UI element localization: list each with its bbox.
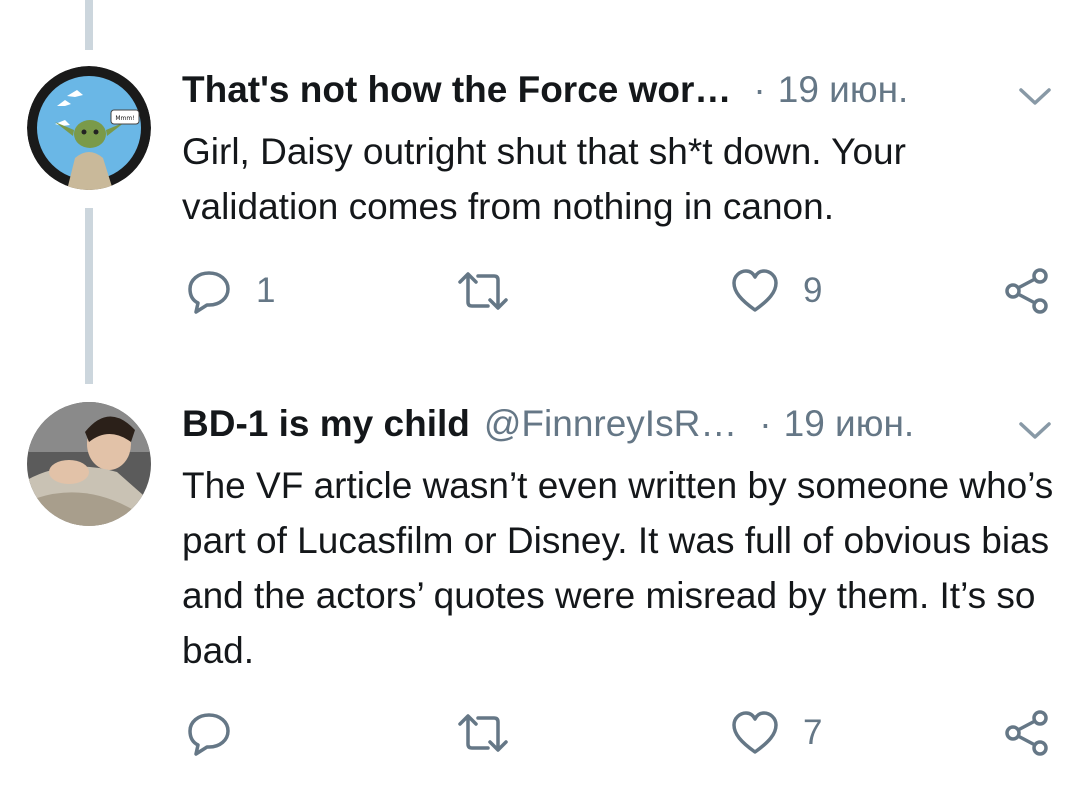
avatar-badge: Mmm!	[115, 115, 134, 122]
tweet[interactable]: BD-1 is my child @FinnreyIsR… · 19 июн. …	[0, 384, 1080, 797]
like-count: 7	[803, 713, 823, 752]
retweet-button[interactable]	[456, 708, 510, 758]
timestamp[interactable]: 19 июн.	[784, 402, 915, 446]
retweet-icon	[456, 268, 510, 314]
avatar[interactable]	[27, 402, 151, 526]
action-bar: 1 9	[0, 266, 1080, 316]
tweet[interactable]: Mmm! That's not how the Force wor… · 19 …	[0, 0, 1080, 384]
tweet-text: The VF article wasn’t even written by so…	[182, 465, 1054, 671]
reply-button[interactable]	[186, 708, 232, 758]
share-button[interactable]	[1002, 266, 1052, 316]
reply-icon	[186, 268, 232, 314]
share-icon	[1002, 267, 1052, 315]
display-name[interactable]: That's not how the Force wor…	[182, 68, 731, 112]
share-icon	[1002, 709, 1052, 757]
share-button[interactable]	[1002, 708, 1052, 758]
like-count: 9	[803, 271, 823, 310]
reply-count: 1	[256, 271, 276, 310]
separator: ·	[753, 69, 766, 110]
heart-icon	[731, 268, 779, 314]
chevron-down-icon[interactable]	[1018, 410, 1052, 439]
username[interactable]: @FinnreyIsR…	[484, 402, 737, 446]
avatar[interactable]: Mmm!	[27, 66, 151, 190]
reply-icon	[186, 710, 232, 756]
chevron-down-icon[interactable]	[1018, 76, 1052, 105]
action-bar: 7	[0, 708, 1080, 758]
retweet-icon	[456, 710, 510, 756]
display-name[interactable]: BD-1 is my child	[182, 402, 470, 446]
heart-icon	[731, 710, 779, 756]
like-button[interactable]: 9	[731, 266, 822, 316]
like-button[interactable]: 7	[731, 708, 822, 758]
timestamp[interactable]: 19 июн.	[778, 68, 909, 112]
retweet-button[interactable]	[456, 266, 510, 316]
tweet-header: That's not how the Force wor… · 19 июн.	[182, 68, 1052, 112]
tweet-header: BD-1 is my child @FinnreyIsR… · 19 июн.	[182, 402, 1052, 446]
tweet-text: Girl, Daisy outright shut that sh*t down…	[182, 131, 906, 227]
separator: ·	[759, 403, 772, 444]
reply-button[interactable]: 1	[186, 266, 275, 316]
